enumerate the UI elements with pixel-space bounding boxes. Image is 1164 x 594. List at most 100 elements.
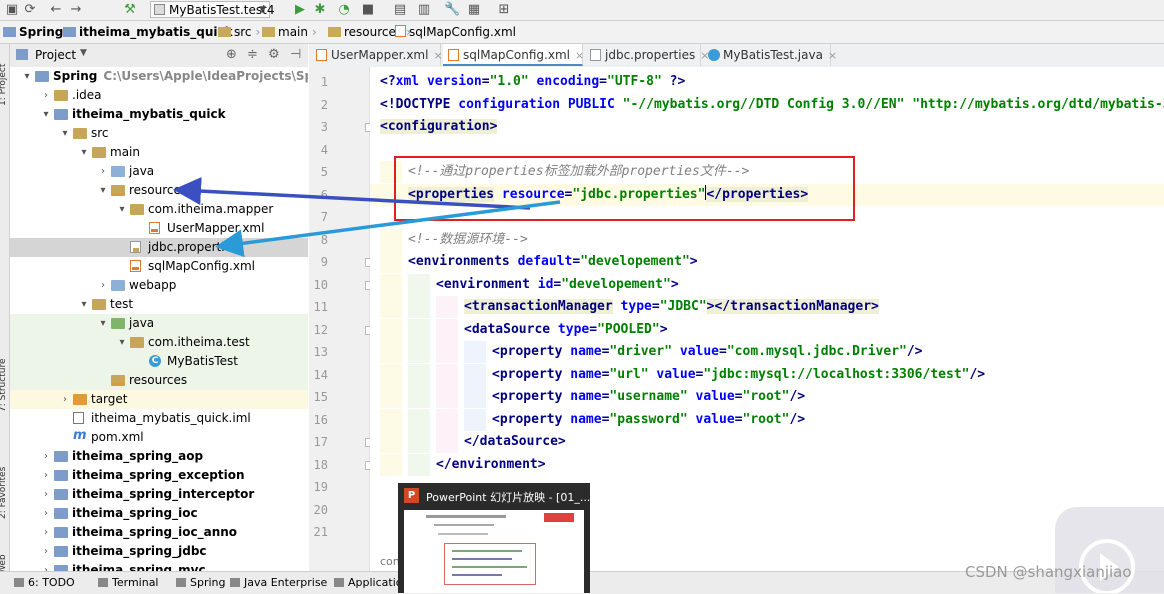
tab-sqlmapconfig-xml[interactable]: sqlMapConfig.xml × [443, 44, 584, 66]
tree-item[interactable]: › webapp [10, 276, 308, 295]
tree-item[interactable]: ▾ itheima_mybatis_quick [10, 105, 308, 124]
code-token: /> [789, 389, 806, 404]
vcs-icon[interactable]: ▦ [466, 2, 482, 18]
bottom-tab-spring[interactable]: Spring [176, 575, 226, 591]
code-token: default [509, 254, 573, 269]
tree-item[interactable]: itheima_mybatis_quick.iml [10, 409, 308, 428]
chevron-right-icon[interactable]: › [41, 561, 51, 571]
tree-item[interactable]: › itheima_spring_jdbc [10, 542, 308, 561]
breadcrumb-item[interactable]: main › [262, 24, 317, 40]
tree-item[interactable]: › target [10, 390, 308, 409]
code-token: /> [969, 366, 986, 382]
tab-usermapper-xml[interactable]: UserMapper.xml × [311, 44, 443, 66]
tree-item[interactable]: ▾ resources [10, 181, 308, 200]
sdk-icon[interactable]: ▥ [416, 2, 432, 18]
tree-item[interactable]: ▾ com.itheima.test [10, 333, 308, 352]
tree-item[interactable]: resources [10, 371, 308, 390]
tree-item[interactable]: sqlMapConfig.xml [10, 257, 308, 276]
close-icon[interactable]: × [433, 49, 442, 62]
folder-blue-icon [111, 280, 125, 291]
tree-item[interactable]: ▾ java [10, 314, 308, 333]
tab-jdbc-properties[interactable]: jdbc.properties × [585, 44, 709, 66]
run-config-select[interactable]: MyBatisTest.test4 ▼ [150, 1, 274, 18]
run-icon[interactable]: ▶ [292, 2, 308, 18]
chevron-down-icon[interactable]: ▾ [117, 333, 127, 352]
structure-icon[interactable]: ⊞ [496, 2, 512, 18]
chevron-right-icon[interactable]: › [41, 447, 51, 466]
tree-item[interactable]: C MyBatisTest [10, 352, 308, 371]
tree-item[interactable]: ▾ Spring C:\Users\Apple\IdeaProjects\Sprin… [10, 67, 308, 86]
tree-item[interactable]: › itheima_spring_exception [10, 466, 308, 485]
tree-item[interactable]: › .idea [10, 86, 308, 105]
chevron-right-icon[interactable]: › [41, 542, 51, 561]
bottom-tab-label: 6: TODO [28, 576, 75, 589]
locate-icon[interactable]: ⊕ [226, 47, 237, 62]
breadcrumb-item[interactable]: src › [218, 24, 260, 40]
sync-icon[interactable]: ⟳ [22, 2, 38, 18]
code-token: <property [492, 389, 563, 404]
tree-item[interactable]: m pom.xml [10, 428, 308, 447]
tab-mybatistest-java[interactable]: MyBatisTest.java × [703, 44, 837, 66]
tool-window-label[interactable]: 1: Project [0, 64, 8, 106]
chevron-right-icon[interactable]: › [98, 162, 108, 181]
tool-window-label[interactable]: 7: Structure [0, 359, 8, 413]
close-icon[interactable]: × [828, 49, 837, 62]
tree-item[interactable]: ▾ com.itheima.mapper [10, 200, 308, 219]
chevron-down-icon[interactable]: ▾ [79, 295, 89, 314]
gear-icon[interactable]: ⚙ [268, 47, 280, 62]
chevron-down-icon[interactable]: ▾ [98, 181, 108, 200]
chevron-down-icon[interactable]: ▼ [80, 48, 87, 58]
tree-item[interactable]: › itheima_spring_interceptor [10, 485, 308, 504]
collapse-icon[interactable]: ≑ [247, 47, 258, 62]
project-panel-title[interactable]: Project [35, 48, 76, 62]
project-structure-icon[interactable]: ▤ [392, 2, 408, 18]
tree-item[interactable]: › itheima_spring_ioc_anno [10, 523, 308, 542]
save-icon[interactable]: ▣ [4, 2, 20, 18]
tree-item[interactable]: UserMapper.xml [10, 219, 308, 238]
tree-item[interactable]: › java [10, 162, 308, 181]
tree-item[interactable]: › itheima_spring_aop [10, 447, 308, 466]
bottom-tab-terminal[interactable]: Terminal [98, 575, 159, 591]
chevron-down-icon[interactable]: ▾ [79, 143, 89, 162]
breadcrumb-item[interactable]: itheima_mybatis_quick › [63, 24, 241, 40]
chevron-down-icon[interactable]: ▾ [60, 124, 70, 143]
hide-panel-icon[interactable]: ⊣ [290, 47, 301, 62]
left-tool-stripe: 1: Project 7: Structure 2: Favorites Web [0, 44, 10, 574]
chevron-right-icon[interactable]: › [41, 466, 51, 485]
bottom-tab-java-enterprise[interactable]: Java Enterprise [230, 575, 327, 591]
chevron-down-icon[interactable]: ▾ [98, 314, 108, 333]
tree-item[interactable]: › itheima_spring_ioc [10, 504, 308, 523]
tree-item[interactable]: ▾ src [10, 124, 308, 143]
chevron-down-icon[interactable]: ▾ [117, 200, 127, 219]
tree-item-text: itheima_spring_ioc_anno [72, 525, 238, 539]
breadcrumb-item[interactable]: Spring› [3, 24, 72, 40]
stop-icon[interactable]: ■ [360, 2, 376, 18]
chevron-down-icon[interactable]: ▾ [41, 105, 51, 124]
chevron-right-icon[interactable]: › [41, 504, 51, 523]
forward-icon[interactable]: → [68, 2, 84, 18]
debug-icon[interactable]: ✱ [312, 2, 328, 18]
chevron-right-icon[interactable]: › [60, 390, 70, 409]
chevron-right-icon[interactable]: › [41, 86, 51, 105]
tool-window-label[interactable]: 2: Favorites [0, 467, 8, 519]
chevron-right-icon[interactable]: › [41, 485, 51, 504]
tree-item[interactable]: › itheima_spring_mvc [10, 561, 308, 571]
coverage-icon[interactable]: ◔ [336, 2, 352, 18]
bottom-tab-applicatio[interactable]: Applicatio [334, 575, 403, 591]
tree-item-text: Spring [53, 69, 98, 83]
chevron-down-icon[interactable]: ▾ [22, 67, 32, 86]
back-icon[interactable]: ← [48, 2, 64, 18]
settings-icon[interactable]: 🔧 [444, 2, 460, 18]
tree-item[interactable]: ▾ main [10, 143, 308, 162]
tree-item[interactable]: ▾ test [10, 295, 308, 314]
chevron-right-icon[interactable]: › [41, 523, 51, 542]
bottom-tab-label: Terminal [112, 576, 159, 589]
breadcrumb-item[interactable]: sqlMapConfig.xml [395, 24, 516, 40]
taskbar-preview-popup[interactable]: P PowerPoint 幻灯片放映 - [01_... [398, 483, 590, 593]
tree-item[interactable]: jdbc.properties [10, 238, 308, 257]
build-icon[interactable]: ⚒ [122, 2, 138, 18]
close-icon[interactable]: × [575, 49, 584, 62]
bottom-tab-6-todo[interactable]: 6: TODO [14, 575, 75, 591]
chevron-right-icon[interactable]: › [98, 276, 108, 295]
line-number: 8 [320, 232, 328, 247]
